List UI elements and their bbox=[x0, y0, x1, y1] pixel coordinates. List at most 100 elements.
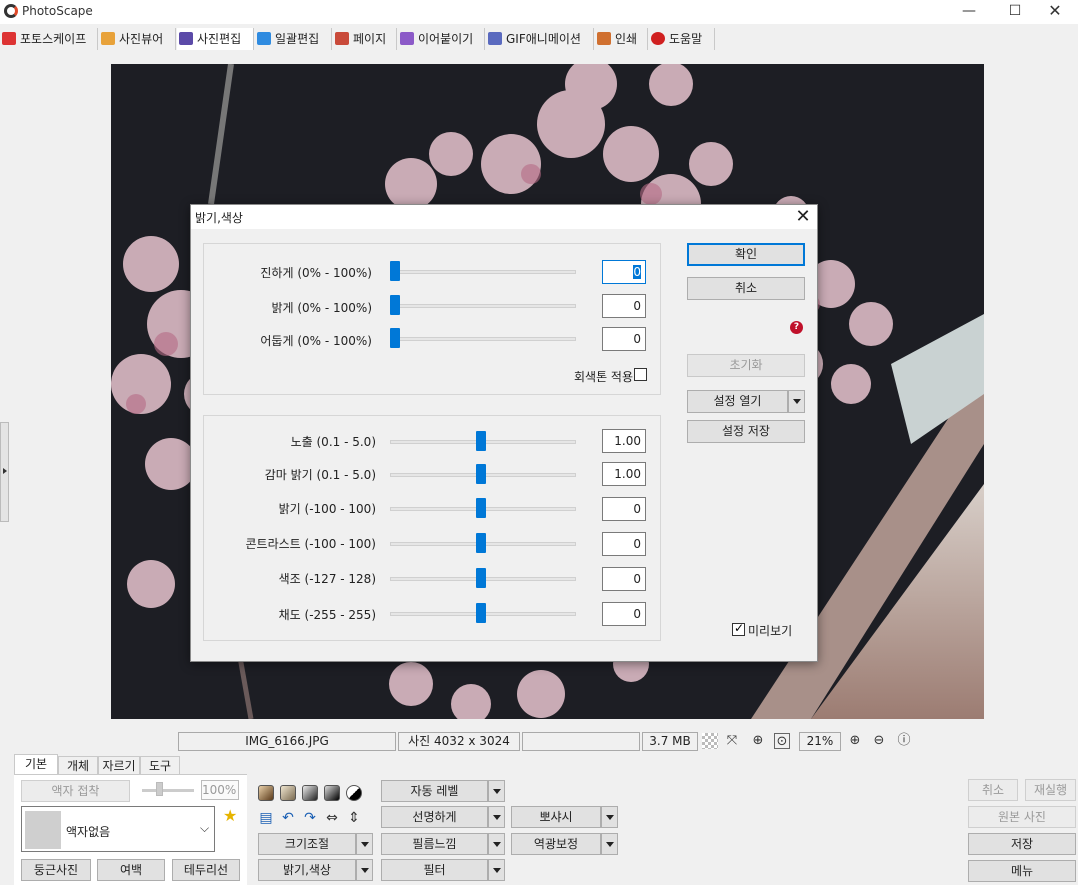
zoom-fit-icon[interactable]: ⊙ bbox=[774, 733, 790, 749]
round-photo-button[interactable]: 둥근사진 bbox=[21, 859, 91, 881]
film-effect-button[interactable]: 필름느낌 bbox=[381, 833, 488, 855]
actual-size-icon[interactable]: ⊕ bbox=[750, 733, 766, 749]
tab-label: 사진편집 bbox=[197, 32, 242, 46]
filter-dropdown[interactable] bbox=[488, 859, 505, 881]
zoom-out-icon[interactable]: ⊖ bbox=[871, 733, 887, 749]
tab-object[interactable]: 개체 bbox=[58, 756, 98, 775]
opacity-slider-thumb[interactable] bbox=[156, 782, 163, 796]
saturation-input[interactable]: 0 bbox=[602, 602, 646, 626]
dialog-close-icon[interactable]: ✕ bbox=[791, 205, 815, 229]
save-settings-button[interactable]: 설정 저장 bbox=[687, 420, 805, 443]
hue-input[interactable]: 0 bbox=[602, 567, 646, 591]
bokeh-button[interactable]: 뽀샤시 bbox=[511, 806, 601, 828]
brighten-track[interactable] bbox=[390, 304, 576, 308]
vintage-preset-icon[interactable] bbox=[280, 785, 296, 801]
grayscale-checkbox[interactable] bbox=[634, 368, 647, 381]
help-icon[interactable]: ? bbox=[790, 321, 803, 334]
film-effect-dropdown[interactable] bbox=[488, 833, 505, 855]
brightness-color-dropdown[interactable] bbox=[356, 859, 373, 881]
bokeh-dropdown[interactable] bbox=[601, 806, 618, 828]
brightness-slider-thumb[interactable] bbox=[476, 498, 486, 518]
auto-level-button[interactable]: 자동 레벨 bbox=[381, 780, 488, 802]
info-icon[interactable]: ⓘ bbox=[896, 733, 912, 749]
save-button[interactable]: 저장 bbox=[968, 833, 1076, 855]
transparency-icon[interactable] bbox=[702, 733, 718, 749]
tab-print[interactable]: 인쇄 bbox=[595, 28, 648, 50]
brightness-color-button[interactable]: 밝기,색상 bbox=[258, 859, 356, 881]
tab-combine[interactable]: 이어붙이기 bbox=[398, 28, 485, 50]
open-settings-button[interactable]: 설정 열기 bbox=[687, 390, 788, 413]
darken-slider-thumb[interactable] bbox=[390, 328, 400, 348]
rotate-right-icon[interactable]: ↷ bbox=[302, 810, 318, 826]
margin-button[interactable]: 여백 bbox=[97, 859, 165, 881]
fit-to-window-icon[interactable]: ⤧ bbox=[724, 733, 740, 749]
zoom-level: 21% bbox=[799, 732, 841, 751]
flip-vertical-icon[interactable]: ⇕ bbox=[346, 810, 362, 826]
saturation-slider-thumb[interactable] bbox=[476, 603, 486, 623]
opacity-value[interactable]: 100% bbox=[201, 780, 239, 800]
deepen-input[interactable]: 0 bbox=[602, 260, 646, 284]
print-tab-icon bbox=[597, 32, 611, 45]
tab-crop[interactable]: 자르기 bbox=[98, 756, 140, 775]
contrast-input[interactable]: 0 bbox=[602, 532, 646, 556]
brightness-input[interactable]: 0 bbox=[602, 497, 646, 521]
undo-button[interactable]: 취소 bbox=[968, 779, 1018, 801]
tab-batch[interactable]: 일괄편집 bbox=[255, 28, 332, 50]
menu-button[interactable]: 메뉴 bbox=[968, 860, 1076, 882]
ok-button[interactable]: 확인 bbox=[687, 243, 805, 266]
redo-button[interactable]: 재실행 bbox=[1025, 779, 1076, 801]
contrast-slider-thumb[interactable] bbox=[476, 533, 486, 553]
tab-gif[interactable]: GIF애니메이션 bbox=[486, 28, 594, 50]
zoom-in-icon[interactable]: ⊕ bbox=[847, 733, 863, 749]
sidebar-toggle-handle[interactable] bbox=[0, 422, 9, 522]
tab-page[interactable]: 페이지 bbox=[333, 28, 397, 50]
sharpen-dropdown[interactable] bbox=[488, 806, 505, 828]
status-filename: IMG_6166.JPG bbox=[178, 732, 396, 751]
gif-tab-icon bbox=[488, 32, 502, 45]
hue-slider-thumb[interactable] bbox=[476, 568, 486, 588]
darken-track[interactable] bbox=[390, 337, 576, 341]
brighten-input[interactable]: 0 bbox=[602, 294, 646, 318]
negative-preset-icon[interactable] bbox=[346, 785, 362, 801]
title-bar: PhotoScape — ☐ ✕ bbox=[0, 0, 1078, 24]
darken-input[interactable]: 0 bbox=[602, 327, 646, 351]
opacity-slider-track[interactable] bbox=[142, 789, 194, 792]
open-settings-dropdown[interactable] bbox=[788, 390, 805, 413]
backlight-button[interactable]: 역광보정 bbox=[511, 833, 601, 855]
sharpen-button[interactable]: 선명하게 bbox=[381, 806, 488, 828]
exposure-input[interactable]: 1.00 bbox=[602, 429, 646, 453]
deepen-track[interactable] bbox=[390, 270, 576, 274]
backlight-dropdown[interactable] bbox=[601, 833, 618, 855]
tab-tools[interactable]: 도구 bbox=[140, 756, 180, 775]
exposure-slider-thumb[interactable] bbox=[476, 431, 486, 451]
sepia-preset-icon[interactable] bbox=[258, 785, 274, 801]
flip-horizontal-icon[interactable]: ⇔ bbox=[324, 810, 340, 826]
minimize-button[interactable]: — bbox=[946, 0, 992, 24]
favorite-star-icon[interactable]: ★ bbox=[223, 806, 237, 825]
tab-editor[interactable]: 사진편집 bbox=[177, 28, 254, 50]
grayscale-preset-icon[interactable] bbox=[302, 785, 318, 801]
cancel-button[interactable]: 취소 bbox=[687, 277, 805, 300]
gamma-slider-thumb[interactable] bbox=[476, 464, 486, 484]
tab-basic[interactable]: 기본 bbox=[14, 754, 58, 775]
original-photo-button[interactable]: 원본 사진 bbox=[968, 806, 1076, 828]
rotate-flip-icon[interactable]: ▤ bbox=[258, 810, 274, 826]
resize-dropdown[interactable] bbox=[356, 833, 373, 855]
reset-button[interactable]: 초기화 bbox=[687, 354, 805, 377]
preview-checkbox[interactable] bbox=[732, 621, 745, 636]
rotate-left-icon[interactable]: ↶ bbox=[280, 810, 296, 826]
bw-preset-icon[interactable] bbox=[324, 785, 340, 801]
filter-button[interactable]: 필터 bbox=[381, 859, 488, 881]
gamma-input[interactable]: 1.00 bbox=[602, 462, 646, 486]
tab-viewer[interactable]: 사진뷰어 bbox=[99, 28, 176, 50]
tab-help[interactable]: 도움말 bbox=[649, 28, 715, 50]
resize-button[interactable]: 크기조절 bbox=[258, 833, 356, 855]
border-button[interactable]: 테두리선 bbox=[172, 859, 240, 881]
frame-apply-button[interactable]: 액자 접착 bbox=[21, 780, 130, 802]
auto-level-dropdown[interactable] bbox=[488, 780, 505, 802]
frame-select[interactable]: 액자없음 ⌵ bbox=[21, 806, 215, 852]
close-window-button[interactable]: ✕ bbox=[1032, 0, 1078, 24]
tab-photoscape[interactable]: 포토스케이프 bbox=[0, 28, 98, 50]
deepen-slider-thumb[interactable] bbox=[390, 261, 400, 281]
brighten-slider-thumb[interactable] bbox=[390, 295, 400, 315]
